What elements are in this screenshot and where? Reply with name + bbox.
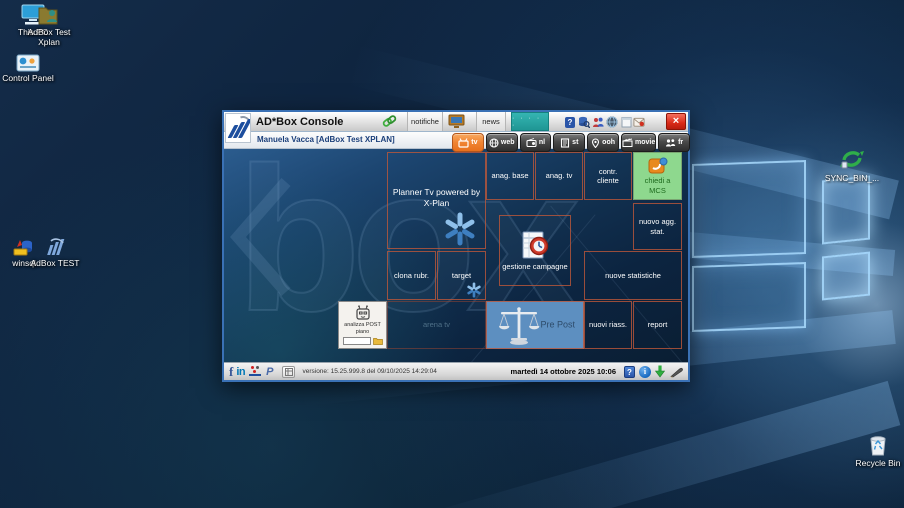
- media-tab-st[interactable]: st: [553, 133, 586, 152]
- news-button[interactable]: news: [476, 112, 506, 131]
- logged-in-user: Manuela Vacca [AdBox Test XPLAN]: [257, 135, 395, 144]
- help-icon[interactable]: ?: [564, 116, 576, 128]
- tile-nuovo-agg-stat[interactable]: nuovo agg. stat.: [633, 203, 682, 250]
- database-search-icon[interactable]: [578, 116, 590, 128]
- tile-planner-xplan[interactable]: Planner Tv powered by X-Plan: [387, 152, 486, 249]
- light-beam: [387, 380, 901, 508]
- help-book-icon[interactable]: ?: [624, 365, 635, 378]
- wallpaper-window-pane: [822, 251, 870, 301]
- watermark-chevron: [230, 178, 291, 296]
- media-tab-ooh[interactable]: ooh: [587, 133, 619, 152]
- radio-icon: [526, 138, 537, 147]
- adbox-app-logo: [225, 113, 251, 143]
- analizza-file-input[interactable]: [342, 336, 371, 345]
- tile-anag-tv[interactable]: anag. tv: [535, 152, 583, 200]
- scales-icon: [499, 307, 540, 345]
- media-tab-tv[interactable]: tv: [452, 133, 484, 152]
- users-icon[interactable]: [592, 116, 604, 128]
- close-button[interactable]: ×: [666, 113, 686, 130]
- statusbar: f in P versione: 15.25.999.8 del 09/10/2…: [224, 362, 688, 380]
- tile-anag-base[interactable]: anag. base: [486, 152, 534, 200]
- media-tabs: tv web nl st ooh movie fr: [452, 133, 691, 152]
- tile-gestione-campagne[interactable]: gestione campagne: [499, 215, 571, 286]
- media-tab-movie[interactable]: movie: [620, 133, 657, 152]
- console-main-area: box Planner Tv powered by X-Plan anag. b…: [224, 149, 688, 362]
- campaign-calendar-icon: [522, 231, 549, 259]
- wallpaper-window-pane: [692, 160, 806, 258]
- tile-nuovi-riass[interactable]: nuovi riass.: [584, 301, 632, 349]
- desktop-icon-label: AdBox Test Xplan: [27, 27, 71, 47]
- movie-icon: [622, 138, 633, 147]
- web-icon: [489, 137, 499, 148]
- desktop: This PC AdBox Test Xplan Control Panel w…: [0, 0, 904, 508]
- sync-icon: [840, 151, 864, 169]
- desktop-icon-adbox-test[interactable]: AdBox TEST: [28, 237, 82, 269]
- tile-target[interactable]: target: [437, 251, 486, 300]
- xplan-asterisk-small-icon: [467, 282, 481, 298]
- wallpaper-window-pane: [692, 262, 806, 332]
- adbox-console-window: AD*Box Console notifiche news · · · · · …: [222, 110, 691, 382]
- desktop-icon-label: SYNC_BIN_...: [824, 173, 880, 183]
- globe-icon[interactable]: [606, 116, 618, 128]
- desktop-icon-label: Recycle Bin: [855, 458, 901, 468]
- datetime-text: martedì 14 ottobre 2025 10:06: [510, 367, 616, 376]
- media-tab-fr[interactable]: fr: [658, 133, 691, 152]
- tv-icon: [458, 137, 469, 148]
- info-icon[interactable]: i: [639, 365, 651, 378]
- tile-report[interactable]: report: [633, 301, 682, 349]
- calendar-icon[interactable]: [620, 116, 632, 128]
- facebook-icon[interactable]: f: [229, 364, 233, 380]
- control-panel-icon: [16, 54, 40, 72]
- desktop-icon-label: AdBox TEST: [30, 258, 80, 268]
- mediaconsultants-logo[interactable]: [249, 366, 262, 377]
- adbox-logo-icon: [47, 238, 65, 255]
- desktop-icon-sync-bin[interactable]: SYNC_BIN_...: [816, 146, 888, 184]
- version-text: versione: 15.25.999.8 del 09/10/2025 14:…: [302, 368, 437, 375]
- monitor-icon[interactable]: [448, 114, 465, 134]
- recycle-bin-icon: [870, 436, 886, 456]
- mail-icon[interactable]: [633, 116, 645, 128]
- tile-clona-rubr[interactable]: clona rubr.: [387, 251, 436, 300]
- notifiche-button[interactable]: notifiche: [407, 112, 443, 131]
- tile-analizza-post-piano[interactable]: analizza POST piano: [338, 301, 387, 349]
- close-icon: ×: [672, 115, 680, 127]
- more-dots-button[interactable]: · · · · ·: [511, 112, 549, 131]
- linkedin-icon[interactable]: in: [236, 366, 245, 378]
- tool-icon: [284, 367, 293, 376]
- pen-icon[interactable]: [669, 366, 683, 378]
- tile-contr-cliente[interactable]: contr. cliente: [584, 152, 632, 200]
- wallpaper-window-pane: [822, 175, 870, 245]
- tile-chiedi-a-mcs[interactable]: chiedi a MCS: [633, 152, 682, 200]
- desktop-icon-recycle-bin[interactable]: Recycle Bin: [852, 433, 904, 469]
- tool-button[interactable]: [282, 365, 296, 378]
- pin-icon: [592, 137, 600, 148]
- tile-arena-tv[interactable]: arena tv: [387, 301, 486, 349]
- media-tab-nl[interactable]: nl: [519, 133, 552, 152]
- mcs-icon: [648, 157, 667, 174]
- robot-icon: [355, 305, 370, 320]
- p-logo[interactable]: P: [266, 366, 273, 378]
- folder-user-icon: [38, 7, 58, 25]
- desktop-icon-adbox-test-xplan[interactable]: AdBox Test Xplan: [26, 4, 72, 48]
- xplan-asterisk-icon: [445, 212, 475, 246]
- media-tab-web[interactable]: web: [485, 133, 518, 152]
- desktop-icon-control-panel[interactable]: Control Panel: [0, 54, 56, 84]
- press-icon: [561, 137, 570, 148]
- tile-nuove-statistiche[interactable]: nuove statistiche: [584, 251, 682, 300]
- titlebar[interactable]: AD*Box Console notifiche news · · · · · …: [224, 112, 688, 132]
- download-icon[interactable]: [655, 365, 665, 378]
- link-icon[interactable]: [382, 114, 397, 134]
- window-title: AD*Box Console: [256, 116, 344, 128]
- tile-pre-post[interactable]: Pre Post: [486, 301, 584, 349]
- desktop-icon-label: Control Panel: [2, 73, 54, 83]
- people-icon: [666, 139, 676, 147]
- folder-icon[interactable]: [372, 337, 383, 345]
